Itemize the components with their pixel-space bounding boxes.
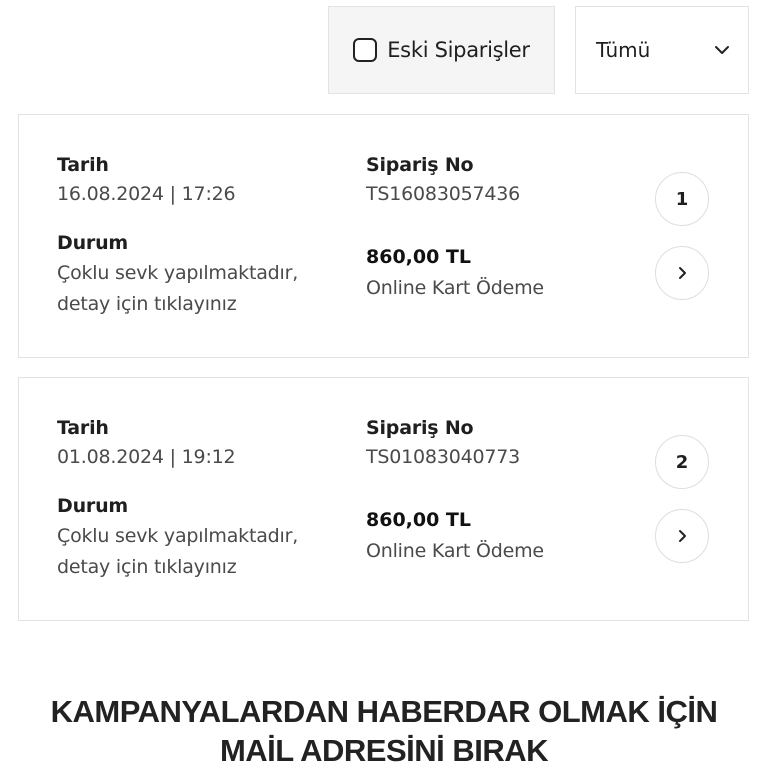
order-card[interactable]: Tarih 16.08.2024 | 17:26 Durum Çoklu sev…: [18, 114, 749, 358]
order-date: 16.08.2024 | 17:26: [57, 183, 236, 205]
status-label: Durum: [57, 232, 128, 254]
chevron-down-icon: [715, 46, 729, 54]
order-status-link[interactable]: Çoklu sevk yapılmaktadır, detay için tık…: [57, 258, 298, 320]
old-orders-label: Eski Siparişler: [387, 38, 530, 62]
order-index-badge: 2: [655, 435, 709, 489]
order-no-label: Sipariş No: [366, 417, 474, 439]
order-number: TS01083040773: [366, 446, 521, 468]
order-number: TS16083057436: [366, 183, 521, 205]
status-line-1: Çoklu sevk yapılmaktadır,: [57, 262, 299, 284]
order-index: 1: [675, 188, 689, 210]
newsletter-heading-line-2: MAİL ADRESİNİ BIRAK: [219, 733, 549, 768]
old-orders-checkbox[interactable]: [353, 38, 378, 62]
old-orders-filter[interactable]: Eski Siparişler: [328, 6, 555, 94]
date-label: Tarih: [57, 154, 109, 176]
order-detail-button[interactable]: [655, 246, 709, 300]
date-label: Tarih: [57, 417, 109, 439]
order-detail-button[interactable]: [655, 509, 709, 563]
order-amount: 860,00 TL: [366, 246, 472, 268]
newsletter-heading-line-1: KAMPANYALARDAN HABERDAR OLMAK İÇİN: [50, 694, 718, 729]
order-amount: 860,00 TL: [366, 509, 472, 531]
order-status-link[interactable]: Çoklu sevk yapılmaktadır, detay için tık…: [57, 521, 298, 583]
status-line-2: detay için tıklayınız: [57, 556, 237, 578]
status-line-1: Çoklu sevk yapılmaktadır,: [57, 525, 299, 547]
chevron-right-icon: [679, 267, 686, 279]
order-card[interactable]: Tarih 01.08.2024 | 19:12 Durum Çoklu sev…: [18, 377, 749, 621]
newsletter-heading: KAMPANYALARDAN HABERDAR OLMAK İÇİN MAİL …: [0, 692, 768, 770]
status-select-value: Tümü: [596, 38, 651, 62]
status-line-2: detay için tıklayınız: [57, 293, 237, 315]
payment-method: Online Kart Ödeme: [366, 277, 544, 299]
order-status-select[interactable]: Tümü: [575, 6, 749, 94]
order-index: 2: [675, 451, 689, 473]
order-no-label: Sipariş No: [366, 154, 474, 176]
order-date: 01.08.2024 | 19:12: [57, 446, 236, 468]
chevron-right-icon: [679, 530, 686, 542]
payment-method: Online Kart Ödeme: [366, 540, 544, 562]
order-index-badge: 1: [655, 172, 709, 226]
status-label: Durum: [57, 495, 128, 517]
